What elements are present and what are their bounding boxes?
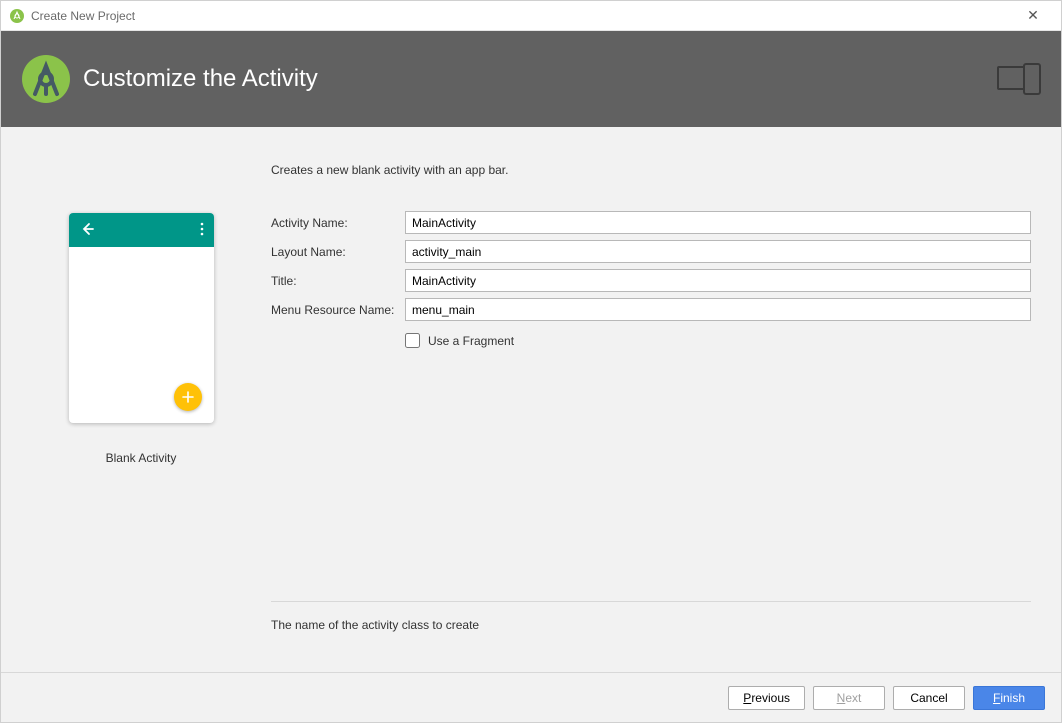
- app-icon: [9, 8, 25, 24]
- previous-button[interactable]: Previous: [728, 686, 805, 710]
- preview-label: Blank Activity: [106, 451, 177, 465]
- input-menu-resource[interactable]: [405, 298, 1031, 321]
- page-title: Customize the Activity: [83, 65, 997, 93]
- overflow-menu-icon: [200, 222, 204, 239]
- back-arrow-icon: [79, 221, 95, 240]
- close-icon[interactable]: ✕: [1013, 7, 1053, 24]
- label-activity-name: Activity Name:: [271, 216, 405, 230]
- label-layout-name: Layout Name:: [271, 245, 405, 259]
- row-title: Title:: [271, 269, 1031, 292]
- label-menu-resource: Menu Resource Name:: [271, 303, 405, 317]
- android-studio-logo-icon: [21, 54, 71, 104]
- activity-preview: [69, 213, 214, 423]
- row-menu-resource: Menu Resource Name:: [271, 298, 1031, 321]
- input-title[interactable]: [405, 269, 1031, 292]
- row-activity-name: Activity Name:: [271, 211, 1031, 234]
- input-layout-name[interactable]: [405, 240, 1031, 263]
- form-description: Creates a new blank activity with an app…: [271, 163, 1031, 177]
- wizard-footer: Previous Next Cancel Finish: [1, 672, 1061, 722]
- content-area: Blank Activity Creates a new blank activ…: [1, 127, 1061, 672]
- field-hint: The name of the activity class to create: [271, 618, 1031, 632]
- titlebar: Create New Project ✕: [1, 1, 1061, 31]
- cancel-button[interactable]: Cancel: [893, 686, 965, 710]
- row-use-fragment: Use a Fragment: [405, 333, 1031, 348]
- input-activity-name[interactable]: [405, 211, 1031, 234]
- checkbox-use-fragment[interactable]: [405, 333, 420, 348]
- device-icon: [997, 63, 1041, 95]
- label-title: Title:: [271, 274, 405, 288]
- finish-button[interactable]: Finish: [973, 686, 1045, 710]
- row-layout-name: Layout Name:: [271, 240, 1031, 263]
- window-title: Create New Project: [31, 9, 1013, 23]
- form-column: Creates a new blank activity with an app…: [261, 157, 1041, 652]
- label-use-fragment: Use a Fragment: [428, 334, 514, 348]
- preview-appbar: [69, 213, 214, 247]
- fab-icon: [174, 383, 202, 411]
- hint-divider: [271, 601, 1031, 602]
- preview-column: Blank Activity: [21, 157, 261, 652]
- next-button: Next: [813, 686, 885, 710]
- wizard-header: Customize the Activity: [1, 31, 1061, 127]
